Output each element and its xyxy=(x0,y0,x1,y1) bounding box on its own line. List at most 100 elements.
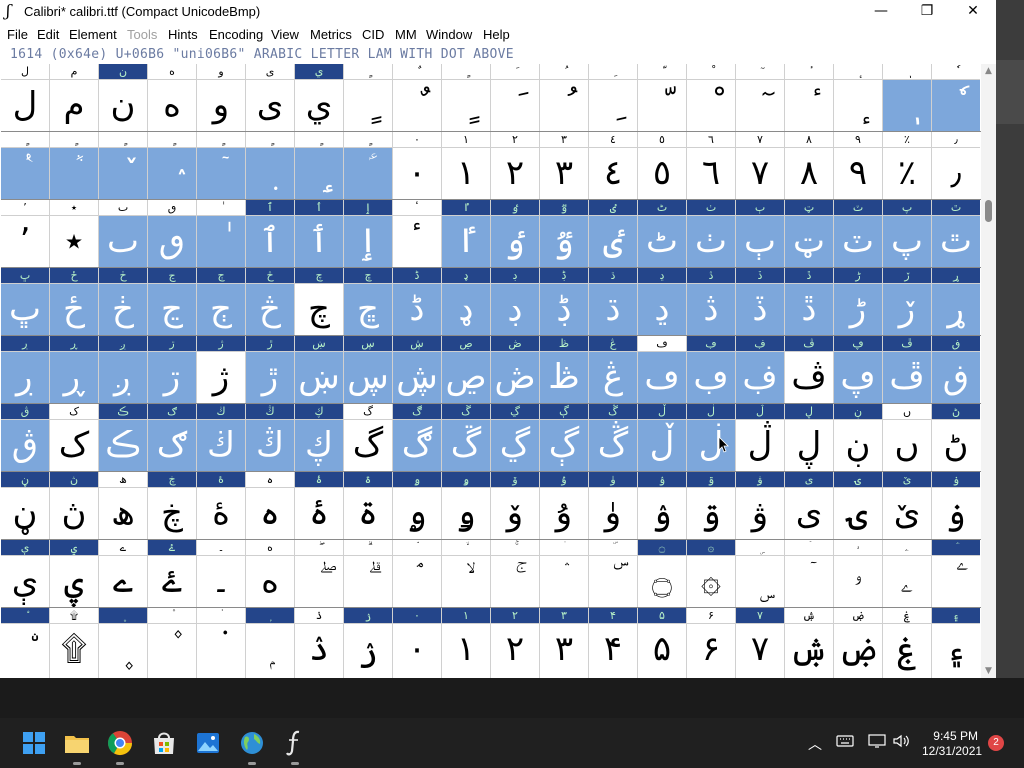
glyph-cell[interactable]: کک xyxy=(50,404,98,472)
glyph-cell[interactable]: ٬ ٬ xyxy=(1,200,49,268)
glyph-cell[interactable]: ٍٍ xyxy=(442,64,490,132)
menu-metrics[interactable]: Metrics xyxy=(310,27,352,42)
glyph-cell[interactable]: ڴڴ xyxy=(589,404,637,472)
glyph-cell[interactable]: ۦۦ xyxy=(883,540,931,608)
glyph-cell[interactable]: ڊڊ xyxy=(491,268,539,336)
chevron-up-icon[interactable]: ︿ xyxy=(808,734,822,754)
glyph-cell[interactable]: ۭۭ xyxy=(246,608,294,676)
glyph-cell[interactable]: ڌڌ xyxy=(589,268,637,336)
glyph-cell[interactable]: ڔڔ xyxy=(1,336,49,404)
glyph-cell[interactable]: ږږ xyxy=(99,336,147,404)
glyph-cell[interactable]: ٽٽ xyxy=(834,200,882,268)
glyph-cell[interactable]: ۘۘ xyxy=(393,540,441,608)
glyph-cell[interactable]: ٣٣ xyxy=(540,132,588,200)
glyph-cell[interactable]: ۋۋ xyxy=(736,472,784,540)
glyph-cell[interactable]: ىى xyxy=(246,64,294,132)
glyph-grid[interactable]: للممننههووىىييٌٌٍٍٍٍََُُِِّّْْٕٕٖٖٓٓٔٔٗٗ… xyxy=(1,64,981,678)
glyph-cell[interactable]: ٷٷ xyxy=(540,200,588,268)
glyph-cell[interactable]: ڲڲ xyxy=(491,404,539,472)
glyph-cell[interactable]: ڸڸ xyxy=(785,404,833,472)
glyph-cell[interactable]: ۫۫ xyxy=(148,608,196,676)
glyph-cell[interactable]: ۀۀ xyxy=(197,472,245,540)
glyph-cell[interactable]: ۰۰ xyxy=(393,608,441,676)
glyph-cell[interactable]: ٠٠ xyxy=(393,132,441,200)
glyph-cell[interactable]: ډډ xyxy=(442,268,490,336)
glyph-cell[interactable]: ڵڵ xyxy=(638,404,686,472)
glyph-cell[interactable]: ڟڟ xyxy=(540,336,588,404)
glyph-cell[interactable]: ٍؑ xyxy=(344,132,392,200)
glyph-cell[interactable]: ڳڳ xyxy=(540,404,588,472)
glyph-cell[interactable]: ۽ ۽ xyxy=(932,608,980,676)
glyph-cell[interactable]: گگ xyxy=(344,404,392,472)
glyph-cell[interactable]: یی xyxy=(785,472,833,540)
glyph-cell[interactable]: ٩٩ xyxy=(834,132,882,200)
glyph-cell[interactable]: ۵۵ xyxy=(638,608,686,676)
menu-file[interactable]: File xyxy=(7,27,28,42)
glyph-cell[interactable]: پپ xyxy=(883,200,931,268)
glyph-cell[interactable]: ڑڑ xyxy=(834,268,882,336)
menu-edit[interactable]: Edit xyxy=(37,27,59,42)
glyph-cell[interactable]: هه xyxy=(148,64,196,132)
glyph-cell[interactable]: ۛۛ xyxy=(540,540,588,608)
glyph-cell[interactable]: ڤڤ xyxy=(785,336,833,404)
glyph-cell[interactable]: ۜۜ xyxy=(589,540,637,608)
glyph-cell[interactable]: ڍڍ xyxy=(638,268,686,336)
glyph-cell[interactable]: ۔ ۔ xyxy=(197,540,245,608)
glyph-cell[interactable]: ٻٻ xyxy=(736,200,784,268)
glyph-cell[interactable]: نن xyxy=(99,64,147,132)
glyph-cell[interactable]: ړړ xyxy=(932,268,980,336)
explorer-icon[interactable] xyxy=(61,727,93,765)
glyph-cell[interactable]: ەە xyxy=(246,540,294,608)
glyph-cell[interactable]: ٍٍ xyxy=(344,64,392,132)
glyph-cell[interactable]: ۗۗ xyxy=(344,540,392,608)
glyph-cell[interactable]: ںں xyxy=(883,404,931,472)
glyph-cell[interactable]: ۻۻ xyxy=(834,608,882,676)
glyph-cell[interactable]: ےے xyxy=(99,540,147,608)
glyph-cell[interactable]: ڄڄ xyxy=(197,268,245,336)
glyph-cell[interactable]: ۈۈ xyxy=(589,472,637,540)
glyph-cell[interactable]: ۄۄ xyxy=(393,472,441,540)
glyph-cell[interactable]: ۺۺ xyxy=(785,608,833,676)
menu-help[interactable]: Help xyxy=(483,27,510,42)
glyph-cell[interactable]: ڥڥ xyxy=(834,336,882,404)
glyph-cell[interactable]: ڬڬ xyxy=(197,404,245,472)
glyph-cell[interactable]: ۤۤ xyxy=(785,540,833,608)
glyph-cell[interactable]: ۬۬ xyxy=(197,608,245,676)
glyph-cell[interactable]: ڱڱ xyxy=(442,404,490,472)
glyph-cell[interactable]: ٭ ٭ xyxy=(50,200,98,268)
glyph-cell[interactable]: ٹٹ xyxy=(638,200,686,268)
glyph-cell[interactable]: ۓۓ xyxy=(148,540,196,608)
glyph-cell[interactable]: ٕٕ xyxy=(834,64,882,132)
glyph-cell[interactable]: ٓٓ xyxy=(736,64,784,132)
glyph-cell[interactable]: ۩ ۩ xyxy=(50,608,98,676)
menu-hints[interactable]: Hints xyxy=(168,27,198,42)
glyph-cell[interactable]: ٍٚ xyxy=(99,132,147,200)
glyph-cell[interactable]: ٨٨ xyxy=(785,132,833,200)
glyph-cell[interactable]: ڧڧ xyxy=(932,336,980,404)
glyph-cell[interactable]: ڠڠ xyxy=(589,336,637,404)
store-icon[interactable] xyxy=(148,727,180,759)
glyph-cell[interactable]: ڙڙ xyxy=(246,336,294,404)
glyph-cell[interactable]: ڋڋ xyxy=(540,268,588,336)
glyph-cell[interactable]: ٥٥ xyxy=(638,132,686,200)
glyph-cell[interactable]: ڦڦ xyxy=(883,336,931,404)
glyph-cell[interactable]: ٴٴ xyxy=(393,200,441,268)
glyph-cell[interactable]: ۼۼ xyxy=(883,608,931,676)
glyph-cell[interactable]: ڏڏ xyxy=(736,268,784,336)
glyph-cell[interactable]: ڞڞ xyxy=(491,336,539,404)
glyph-cell[interactable]: ٶٶ xyxy=(491,200,539,268)
glyph-cell[interactable]: ڼڼ xyxy=(1,472,49,540)
menu-window[interactable]: Window xyxy=(426,27,472,42)
glyph-cell[interactable]: ۯۯ xyxy=(344,608,392,676)
network-icon[interactable] xyxy=(868,734,886,752)
glyph-cell[interactable]: ٲٲ xyxy=(295,200,343,268)
glyph-cell[interactable]: ُُ xyxy=(540,64,588,132)
glyph-cell[interactable]: لل xyxy=(1,64,49,132)
glyph-cell[interactable]: ٮٮ xyxy=(99,200,147,268)
close-button[interactable]: ✕ xyxy=(950,0,996,24)
glyph-cell[interactable]: ۙۙ xyxy=(442,540,490,608)
glyph-cell[interactable]: وو xyxy=(197,64,245,132)
glyph-cell[interactable]: ٵٵ xyxy=(442,200,490,268)
glyph-cell[interactable]: ڃڃ xyxy=(148,268,196,336)
notification-badge[interactable]: 2 xyxy=(988,735,1004,751)
